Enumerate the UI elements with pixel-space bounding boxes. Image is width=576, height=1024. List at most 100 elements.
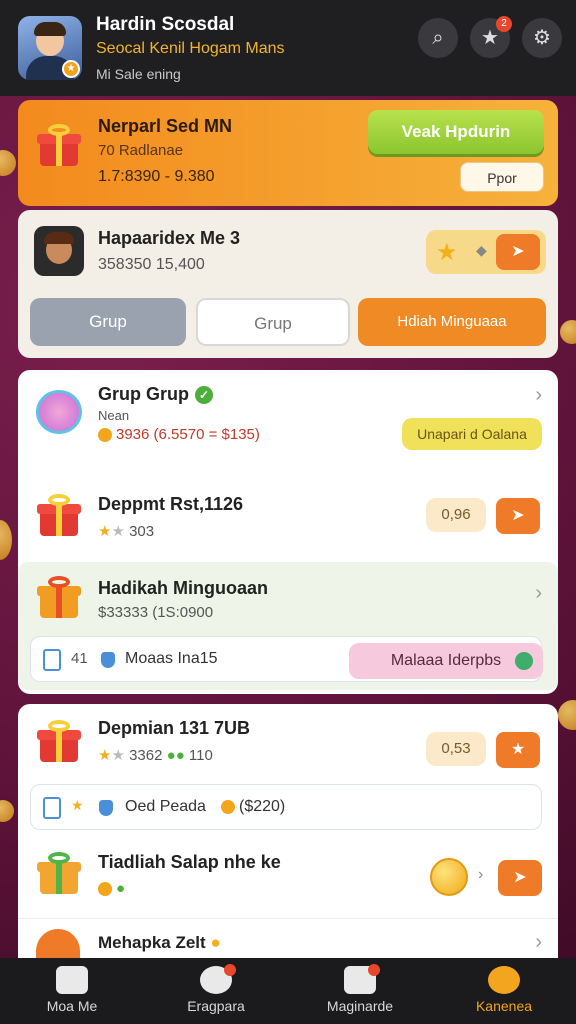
document-icon	[43, 649, 61, 671]
smiley-icon	[488, 966, 520, 994]
notification-count-badge: 2	[496, 16, 512, 32]
star-icon: ★	[98, 523, 112, 540]
bg-coin-decoration	[558, 700, 576, 730]
promo-title: Nerparl Sed MN	[98, 116, 233, 136]
item-detail-box: 41 Moaas Ina15 Malaaa Iderpbs	[30, 636, 543, 682]
ring-icon	[36, 390, 82, 434]
item-title: Grup Grup	[98, 384, 189, 404]
item-action-icon[interactable]: ★	[496, 732, 540, 768]
item-title: Tiadliah Salap nhe ke	[98, 852, 281, 872]
star-icon: ★	[436, 239, 458, 266]
item-action-button[interactable]: Unapari d Oalana	[402, 418, 542, 450]
item-icon	[36, 929, 80, 959]
tab-hadiah-mingguan[interactable]: Hdiah Minguaaa	[358, 298, 546, 346]
list-item[interactable]: Depmian 131 7UB ★★ 3362 ●● 110 0,53 ★ ★ …	[18, 704, 558, 834]
promo-secondary-button[interactable]: Ppor	[460, 162, 544, 192]
item-title: Hadikah Minguoaan	[98, 578, 269, 598]
tab-grup-1[interactable]: Grup	[30, 298, 186, 346]
item-detail-box: ★ Oed Peada ($220)	[30, 784, 542, 830]
item-subtitle-2: 110	[188, 747, 213, 764]
action-icon[interactable]: ➤	[496, 234, 540, 270]
star-icon: ★	[111, 747, 125, 764]
bottom-nav: Moa Me Eragpara Maginarde Kanenea	[0, 958, 576, 1024]
notifications-button[interactable]: ★ 2	[470, 16, 512, 58]
profile-panel: Hapaaridex Me 3 358350 15,400 ★ ◆ ➤ Grup…	[18, 210, 558, 358]
star-icon: ★	[111, 523, 125, 540]
coin-icon	[98, 428, 112, 443]
bg-coin-decoration	[0, 800, 14, 822]
chevron-right-icon: ›	[478, 866, 484, 883]
item-value: 0,53	[426, 732, 486, 766]
list-item[interactable]: Grup Grup ✓ Nean 3936 (6.5570 = $135) › U…	[18, 370, 558, 468]
nav-item-messages[interactable]: Maginarde	[288, 958, 432, 1024]
item-subtitle: 303	[129, 523, 155, 540]
bg-coin-decoration	[560, 320, 576, 344]
star-icon: ★	[71, 797, 84, 813]
search-icon: ⌕	[432, 27, 444, 49]
shield-icon	[101, 652, 115, 668]
profile-values: 358350 15,400	[98, 256, 205, 273]
item-value: 0,96	[426, 498, 486, 532]
item-subtitle: $33333 (1S:0900	[98, 604, 214, 621]
user-status: Mi Sale ening	[96, 66, 181, 82]
reward-pill[interactable]: ★ ◆ ➤	[426, 230, 546, 274]
item-action-icon[interactable]: ➤	[498, 860, 542, 896]
gold-coin-icon	[430, 858, 468, 896]
home-icon	[56, 966, 88, 994]
gem-icon: ●	[166, 747, 176, 764]
user-subtitle: Seocal Kenil Hogam Mans	[96, 40, 285, 57]
promo-primary-button[interactable]: Veak Hpdurin	[368, 110, 544, 154]
nav-label: Maginarde	[326, 998, 394, 1014]
gem-icon: ●	[175, 747, 185, 764]
notification-dot	[224, 964, 236, 976]
user-avatar[interactable]: ★	[18, 16, 82, 80]
user-name: Hardin Scosdal	[96, 14, 235, 35]
star-badge-icon: ★	[62, 60, 80, 78]
badge-icon	[515, 652, 533, 670]
promo-card: Nerparl Sed MN 70 Radlanae 1.7:8390 - 9.…	[18, 100, 558, 206]
check-icon: ✓	[195, 386, 213, 405]
coin-icon	[98, 882, 112, 897]
bg-coin-decoration	[0, 520, 12, 560]
item-subtitle: Nean	[98, 408, 130, 423]
list-item[interactable]: Hadikah Minguoaan $33333 (1S:0900 › 41 M…	[18, 562, 558, 690]
check-icon: ●	[116, 880, 126, 897]
list-item[interactable]: Mehapka Zelt ● ›	[18, 918, 558, 959]
item-title: Depmian 131 7UB	[98, 718, 251, 738]
document-icon	[43, 797, 61, 819]
detail-label: Oed Peada	[125, 798, 206, 815]
nav-item-home[interactable]: Moa Me	[0, 958, 144, 1024]
star-icon: ★	[98, 747, 112, 764]
list-item[interactable]: Deppmt Rst,1126 ★★ 303 0,96 ➤	[18, 478, 558, 558]
nav-label: Eragpara	[187, 998, 245, 1014]
gift-icon	[36, 574, 82, 620]
gift-icon	[36, 718, 82, 764]
star-icon: ★	[481, 27, 499, 49]
tab-grup-2[interactable]: Grup	[196, 298, 350, 346]
list-card: Grup Grup ✓ Nean 3936 (6.5570 = $135) › U…	[18, 370, 558, 694]
detail-number: 41	[71, 650, 88, 667]
gear-icon: ⚙	[533, 27, 551, 49]
arrow-icon: ◆	[476, 242, 487, 258]
detail-amount: ($220)	[239, 798, 286, 815]
gift-icon	[36, 850, 82, 896]
list-card: Depmian 131 7UB ★★ 3362 ●● 110 0,53 ★ ★ …	[18, 704, 558, 959]
search-button[interactable]: ⌕	[418, 18, 458, 58]
profile-avatar	[34, 226, 84, 276]
item-action-icon[interactable]: ➤	[496, 498, 540, 534]
nav-item-games[interactable]: Eragpara	[144, 958, 288, 1024]
coin-icon	[221, 799, 235, 814]
nav-label: Moa Me	[46, 998, 98, 1014]
list-item[interactable]: Tiadliah Salap nhe ke ● › ➤	[18, 840, 558, 914]
promo-subtitle: 70 Radlanae	[98, 142, 184, 159]
chevron-right-icon: ›	[535, 384, 542, 406]
notification-dot	[368, 964, 380, 976]
emoji-icon: ●	[210, 933, 221, 952]
nav-label: Kanenea	[475, 998, 533, 1014]
gift-icon	[36, 492, 82, 538]
detail-action-label: Malaaa Iderpbs	[390, 652, 502, 669]
detail-action-button[interactable]: Malaaa Iderpbs	[349, 643, 543, 679]
nav-item-profile[interactable]: Kanenea	[432, 958, 576, 1024]
settings-button[interactable]: ⚙	[522, 18, 562, 58]
item-title: Deppmt Rst,1126	[98, 494, 244, 514]
